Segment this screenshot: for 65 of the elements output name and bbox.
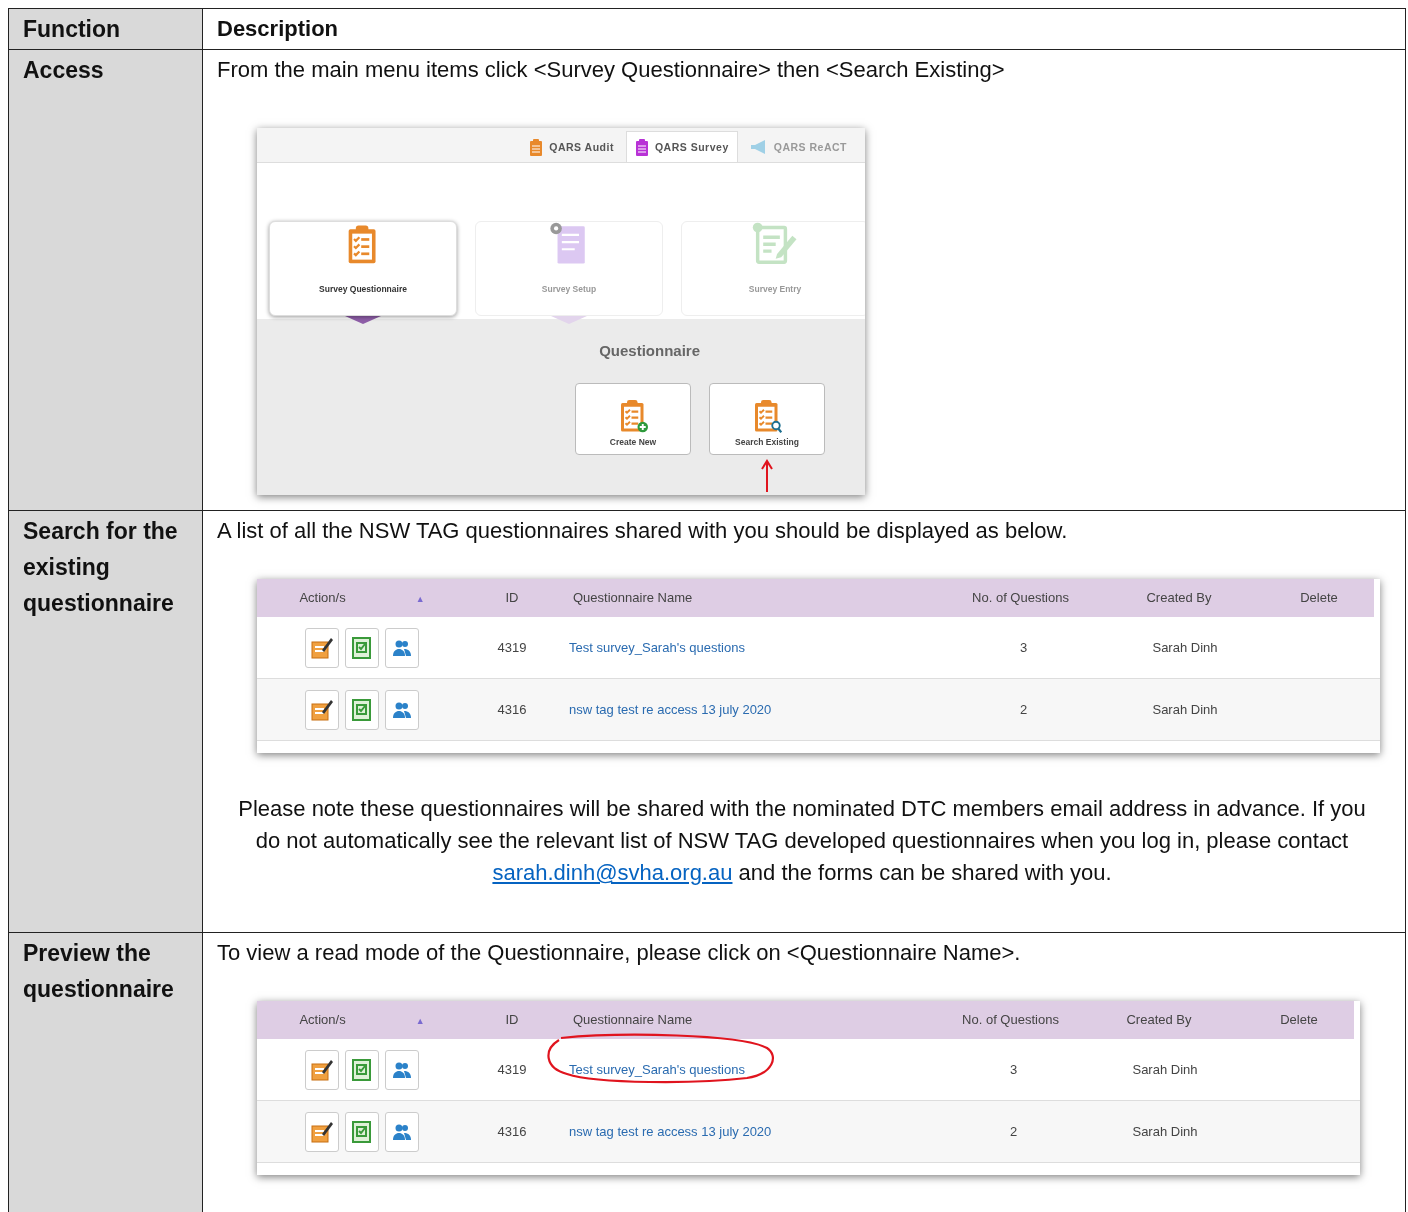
users-icon [392,1122,412,1141]
action-button[interactable] [385,689,419,730]
description-text: To view a read mode of the Questionnaire, please click on <Questionnaire Name>. [217,939,1022,967]
users-icon [392,1060,412,1079]
column-header[interactable]: Questionnaire Name [557,580,947,616]
menu-tile[interactable]: Survey Questionnaire [269,221,457,316]
questionnaire-link[interactable]: nsw tag test re access 13 july 2020 [569,701,772,717]
table-cell-text: Sarah Dinh [1131,1122,1199,1141]
function-label: Search for the existing questionnaire [9,511,203,932]
column-header[interactable]: Delete [1244,1002,1354,1038]
questionnaire-link[interactable]: nsw tag test re access 13 july 2020 [569,1123,772,1139]
column-header[interactable]: Created By [1094,580,1264,616]
check-document-icon [350,697,374,722]
action-button[interactable] [305,627,339,668]
description-text: From the main menu items click <Survey Questionnaire> then <Search Existing> [217,56,1006,84]
table-cell-text: 4319 [496,638,528,657]
action-button[interactable] [385,627,419,668]
action-button[interactable] [305,1111,339,1152]
edit-document-icon [310,635,334,660]
column-header[interactable]: No. of Questions [947,1002,1074,1038]
annotation-arrow [761,459,773,493]
edit-document-icon [310,697,334,722]
table-cell-text: 2 [1018,700,1029,719]
function-label: Preview the questionnaire [9,933,203,1212]
column-header[interactable]: Action/s [299,589,346,605]
questionnaire-link[interactable]: Test survey_Sarah's questions [569,639,745,655]
table-cell-text: 4316 [496,1122,528,1141]
column-header[interactable]: Delete [1264,580,1374,616]
table-cell-text: 4319 [496,1060,528,1079]
users-icon [392,638,412,657]
column-header[interactable]: No. of Questions [947,580,1094,616]
table-cell-text: Sarah Dinh [1131,1060,1199,1079]
search-existing-button[interactable]: Search Existing [709,383,825,455]
users-icon [392,700,412,719]
action-button[interactable] [305,1049,339,1090]
edit-document-icon [310,1119,334,1144]
app-tab[interactable]: QARS Audit [521,132,622,162]
action-button[interactable] [385,1111,419,1152]
edit-document-icon [310,1057,334,1082]
email-link[interactable]: sarah.dinh@svha.org.au [492,860,733,885]
check-document-icon [350,1119,374,1144]
function-label: Access [9,50,203,510]
column-header[interactable]: Action/s [299,1011,346,1027]
section-title: Questionnaire [599,341,700,361]
table-cell-text: 4316 [496,700,528,719]
column-header[interactable]: ID [467,580,557,616]
column-header[interactable]: ID [467,1002,557,1038]
table-cell-text: 3 [1018,638,1029,657]
table-cell-text: 2 [1008,1122,1019,1141]
table-cell-text: 3 [1008,1060,1019,1079]
note-paragraph: Please note these questionnaires will be shared with the nominated DTC members email address in advance. If you do not automatically see the relevant list of NSW TAG developed questionnaires when you log in, please contact sarah.dinh@svha.org.au and the forms can be shared with you. [237,795,1367,887]
table-cell-text: Sarah Dinh [1151,700,1219,719]
check-document-icon [350,1057,374,1082]
column-heading: Function [9,9,203,49]
column-heading: Description [216,15,340,43]
description-text: A list of all the NSW TAG questionnaires shared with you should be displayed as below. [217,517,1069,545]
column-header[interactable]: Questionnaire Name [557,1002,947,1038]
app-tab[interactable]: QARS Survey [625,131,738,162]
action-button[interactable] [305,689,339,730]
action-button[interactable] [385,1049,419,1090]
create-new-button[interactable]: Create New [575,383,691,455]
questionnaire-link[interactable]: Test survey_Sarah's questions [569,1061,745,1077]
check-document-icon [350,635,374,660]
column-header[interactable]: Created By [1074,1002,1244,1038]
table-cell-text: Sarah Dinh [1151,638,1219,657]
